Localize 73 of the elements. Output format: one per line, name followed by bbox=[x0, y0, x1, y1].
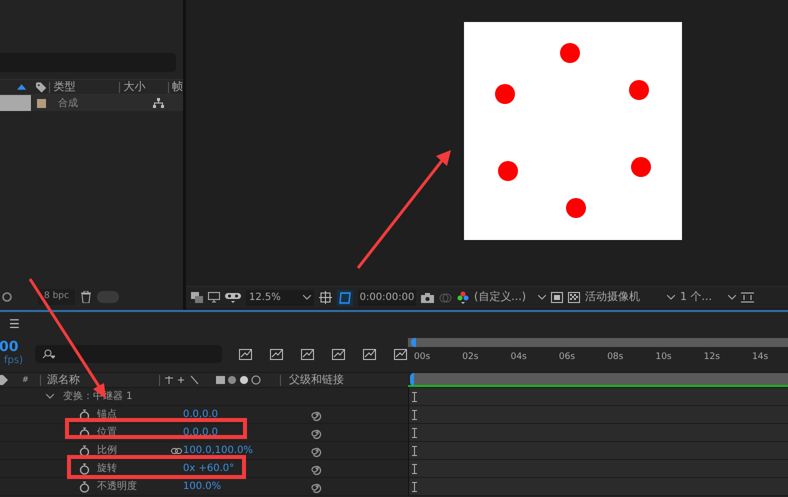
keyframe-track-marker-icon bbox=[412, 392, 417, 402]
property-name: 旋转 bbox=[97, 462, 118, 476]
chevron-icon bbox=[667, 295, 675, 300]
camera-icon[interactable] bbox=[421, 292, 434, 302]
ruler-label: 10s bbox=[655, 351, 673, 364]
property-value[interactable]: 0.0,0.0 bbox=[183, 425, 310, 440]
keyframe-track-marker-icon bbox=[412, 428, 417, 438]
ruler-label: 04s bbox=[510, 351, 528, 364]
stopwatch-icon[interactable] bbox=[79, 462, 90, 474]
stopwatch-icon[interactable] bbox=[79, 480, 90, 492]
ruler-label: 12s bbox=[704, 351, 721, 364]
bit-depth-button[interactable]: 8 bpc bbox=[38, 289, 75, 305]
column-header[interactable]: # bbox=[22, 374, 40, 386]
keyframe-track-marker-icon bbox=[412, 464, 417, 474]
mask-path-icon[interactable] bbox=[337, 290, 353, 306]
network-icon bbox=[153, 98, 164, 108]
ruler-label: 14s bbox=[752, 351, 770, 364]
search-icon bbox=[42, 349, 55, 359]
zoom-dropdown[interactable]: 12.5% bbox=[246, 290, 314, 306]
keyframe-track-marker-icon bbox=[412, 410, 417, 420]
chevron-icon bbox=[538, 295, 546, 300]
snapshot-icon bbox=[439, 292, 452, 302]
property-name: 锚点 bbox=[97, 408, 118, 422]
views-dropdown[interactable]: 1 个... bbox=[680, 289, 736, 306]
item-type: 合成 bbox=[58, 96, 79, 110]
trash-icon[interactable] bbox=[80, 291, 91, 303]
panel-menu-button[interactable]: ☰ bbox=[9, 315, 20, 333]
property-value[interactable]: 100.0% bbox=[183, 479, 310, 494]
link-icon[interactable] bbox=[171, 448, 182, 454]
property-value[interactable]: 100.0,100.0% bbox=[183, 443, 310, 458]
work-area-start[interactable] bbox=[410, 373, 414, 386]
column-header[interactable]: 大小 bbox=[123, 78, 165, 96]
region-icon[interactable] bbox=[319, 291, 332, 304]
camera-dropdown[interactable]: 活动摄像机 bbox=[585, 289, 675, 306]
property-value[interactable]: 0.0,0.0 bbox=[183, 407, 310, 422]
ruler-label: 08s bbox=[607, 351, 624, 364]
property-name: 不透明度 bbox=[97, 480, 138, 494]
toggle-switch[interactable] bbox=[96, 291, 119, 303]
toggle-view-icon[interactable] bbox=[741, 292, 754, 303]
stopwatch-icon[interactable] bbox=[79, 444, 90, 456]
color-channels-icon[interactable] bbox=[457, 291, 469, 304]
column-header[interactable]: 帧 bbox=[172, 78, 183, 96]
layers-icon[interactable] bbox=[191, 292, 203, 303]
region-of-interest-icon[interactable] bbox=[551, 292, 563, 303]
layer-search-field[interactable] bbox=[34, 345, 222, 363]
keyframe-track-marker-icon bbox=[412, 446, 417, 456]
keyframe-track-marker-icon bbox=[412, 482, 417, 492]
chevron-icon bbox=[303, 295, 311, 300]
column-header[interactable]: 类型 bbox=[53, 78, 116, 96]
stopwatch-icon[interactable] bbox=[79, 408, 90, 420]
resolution-dropdown[interactable]: (自定义...) bbox=[474, 289, 546, 306]
graph-editor-icon[interactable] bbox=[393, 347, 408, 361]
expand-chevron-icon[interactable] bbox=[46, 394, 54, 399]
item-name-cell[interactable] bbox=[0, 95, 31, 111]
timecode-field[interactable]: 0:00:00:00 bbox=[358, 290, 416, 306]
label-tag-icon bbox=[0, 375, 8, 385]
frame-rate: fps) bbox=[4, 354, 24, 367]
chevron-icon bbox=[728, 295, 736, 300]
label-swatch[interactable] bbox=[37, 98, 46, 108]
label-tag-icon bbox=[36, 82, 46, 92]
work-area-handle[interactable] bbox=[411, 338, 416, 347]
property-name: 比例 bbox=[97, 444, 118, 458]
ruler-label: 00s bbox=[414, 351, 432, 364]
current-time[interactable]: 00 bbox=[0, 341, 33, 354]
sort-arrow-icon[interactable] bbox=[17, 84, 26, 90]
monitor-icon[interactable] bbox=[208, 292, 220, 303]
transparency-grid-icon[interactable] bbox=[568, 292, 580, 303]
ruler-label: 06s bbox=[558, 351, 576, 364]
glasses-icon[interactable] bbox=[225, 292, 241, 303]
property-value[interactable]: 0x +60.0° bbox=[183, 461, 310, 476]
column-header[interactable]: 父级和链接 bbox=[289, 372, 344, 388]
column-header[interactable]: 源名称 bbox=[47, 372, 159, 388]
ruler-label: 02s bbox=[462, 351, 480, 364]
